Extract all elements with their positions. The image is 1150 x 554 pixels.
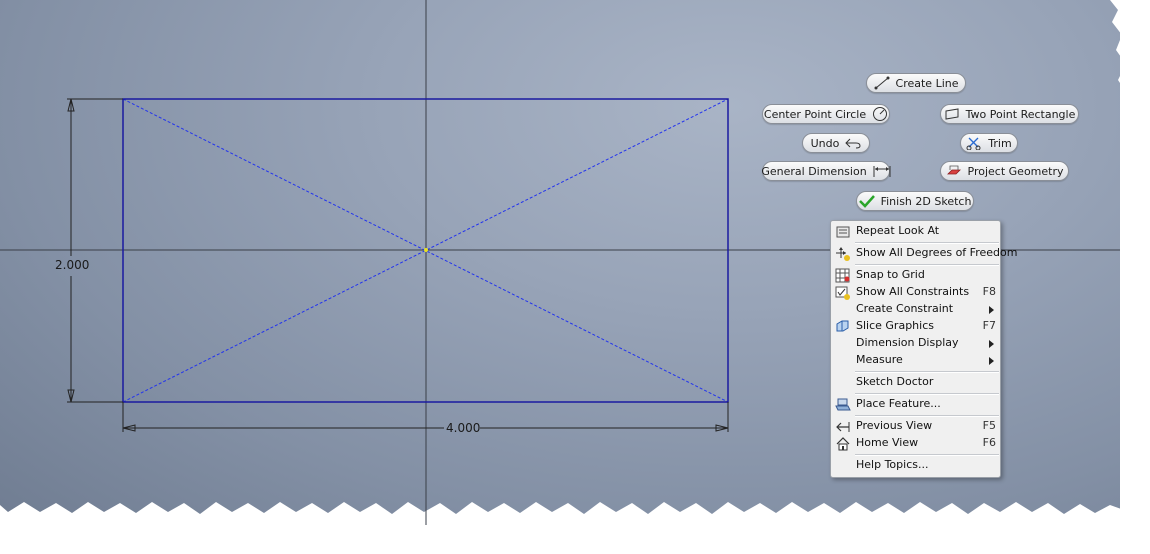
general-dimension-button[interactable]: General Dimension xyxy=(761,161,891,181)
height-dimension-value[interactable]: 2.000 xyxy=(55,258,89,272)
menu-item-help-topics[interactable]: Help Topics... xyxy=(831,457,1000,474)
degrees-of-freedom-icon xyxy=(836,247,850,261)
menu-item-repeat-look-at[interactable]: Repeat Look At xyxy=(831,223,1000,240)
home-view-icon xyxy=(836,437,850,451)
center-point-circle-button[interactable]: Center Point Circle xyxy=(762,104,890,124)
menu-separator xyxy=(855,415,999,417)
two-point-rectangle-button[interactable]: Two Point Rectangle xyxy=(940,104,1079,124)
menu-item-previous-view[interactable]: Previous View F5 xyxy=(831,418,1000,435)
general-dimension-label: General Dimension xyxy=(761,164,867,178)
menu-item-show-all-degrees-of-freedom[interactable]: Show All Degrees of Freedom xyxy=(831,245,1017,262)
two-point-rectangle-label: Two Point Rectangle xyxy=(965,107,1076,121)
trim-scissors-icon xyxy=(966,137,981,150)
undo-icon xyxy=(845,138,861,149)
menu-separator xyxy=(855,264,999,266)
menu-item-home-view[interactable]: Home View F6 xyxy=(831,435,1000,452)
finish-2d-sketch-button[interactable]: Finish 2D Sketch xyxy=(856,191,974,211)
slice-graphics-icon xyxy=(836,320,849,332)
constraints-icon xyxy=(835,286,850,300)
center-point-circle-label: Center Point Circle xyxy=(763,107,867,121)
menu-item-measure[interactable]: Measure xyxy=(831,352,1000,369)
context-menu: Repeat Look At Show All Degrees of Freed… xyxy=(830,220,1017,478)
menu-item-dimension-display[interactable]: Dimension Display xyxy=(831,335,1000,352)
menu-item-sketch-doctor[interactable]: Sketch Doctor xyxy=(831,374,1000,391)
look-at-icon xyxy=(836,226,850,238)
undo-button[interactable]: Undo xyxy=(802,133,870,153)
finish-2d-sketch-label: Finish 2D Sketch xyxy=(880,194,972,208)
project-geometry-button[interactable]: Project Geometry xyxy=(940,161,1069,181)
menu-separator xyxy=(855,454,999,456)
menu-item-snap-to-grid[interactable]: Snap to Grid xyxy=(831,267,1000,284)
center-point[interactable] xyxy=(424,248,428,252)
line-icon xyxy=(874,76,890,90)
dimension-icon xyxy=(873,166,891,177)
create-line-label: Create Line xyxy=(895,76,959,90)
place-feature-icon xyxy=(835,398,851,411)
menu-item-show-all-constraints[interactable]: Show All Constraints F8 xyxy=(831,284,1000,301)
width-dimension-value[interactable]: 4.000 xyxy=(446,421,480,435)
create-line-button[interactable]: Create Line xyxy=(866,73,966,93)
project-geometry-label: Project Geometry xyxy=(967,164,1064,178)
menu-item-place-feature[interactable]: Place Feature... xyxy=(831,396,1000,413)
sketch-canvas[interactable]: 2.000 4.000 Create Line Center Point Cir… xyxy=(0,0,1150,554)
previous-view-icon xyxy=(836,422,850,432)
menu-separator xyxy=(855,242,999,244)
trim-label: Trim xyxy=(988,136,1012,150)
menu-item-slice-graphics[interactable]: Slice Graphics F7 xyxy=(831,318,1000,335)
trim-button[interactable]: Trim xyxy=(960,133,1018,153)
submenu-arrow-icon xyxy=(989,306,994,314)
grid-icon xyxy=(835,268,850,283)
menu-separator xyxy=(855,393,999,395)
submenu-arrow-icon xyxy=(989,340,994,348)
circle-icon xyxy=(873,107,888,121)
project-geometry-icon xyxy=(946,165,961,175)
menu-item-create-constraint[interactable]: Create Constraint xyxy=(831,301,1000,318)
undo-label: Undo xyxy=(810,136,840,150)
menu-separator xyxy=(855,371,999,373)
submenu-arrow-icon xyxy=(989,357,994,365)
rectangle-icon xyxy=(945,108,959,120)
checkmark-icon xyxy=(858,195,875,208)
